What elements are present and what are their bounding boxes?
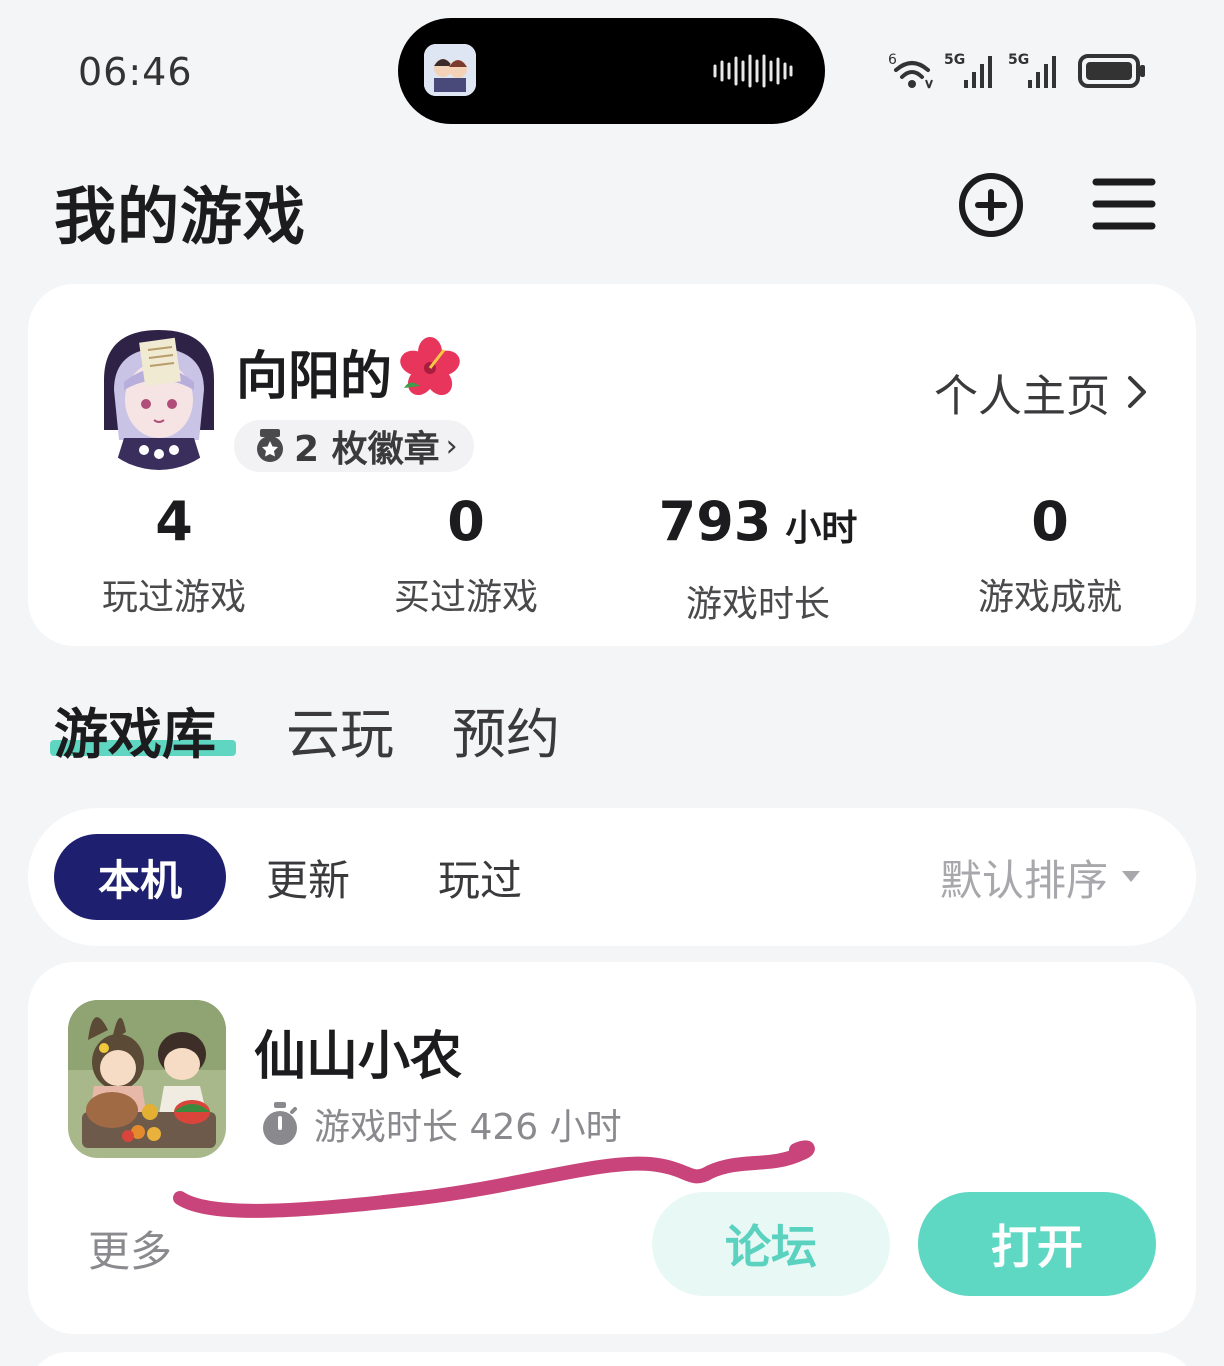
playtime-label: 游戏时长 426 小时 [314,1107,622,1148]
game-icon[interactable] [68,1000,226,1158]
homepage-link[interactable]: 个人主页 [934,360,1148,424]
tab-label: 预约 [452,703,560,766]
audio-wave-icon [713,54,793,88]
svg-text:5G: 5G [944,52,965,68]
cellular-signal-icon: 5G [944,52,992,88]
hamburger-menu-icon[interactable] [1092,176,1156,232]
now-playing-thumbnail [424,44,476,96]
tab-reservations[interactable]: 预约 [452,690,560,769]
stat-value: 793 [658,490,772,553]
game-playtime: 游戏时长 426 小时 [260,1098,622,1150]
stat-value: 0 [447,490,485,553]
stat-value: 0 [1031,490,1069,553]
stat-played-games[interactable]: 4 玩过游戏 [54,490,294,620]
chip-updates[interactable]: 更新 [266,834,350,920]
cellular-signal-icon-2: 5G [1008,52,1056,88]
tab-label: 游戏库 [54,703,216,766]
stat-achievements[interactable]: 0 游戏成就 [930,490,1170,620]
hibiscus-icon [400,337,460,396]
add-circle-icon[interactable] [958,172,1024,238]
wifi-icon: 6 [888,52,933,89]
battery-icon [1078,54,1145,88]
status-time: 06:46 [78,50,193,94]
svg-text:6: 6 [888,52,897,68]
sort-label: 默认排序 [939,855,1108,905]
stat-unit: 小时 [785,508,858,549]
forum-button[interactable]: 论坛 [652,1192,890,1296]
stat-play-time[interactable]: 793 小时 游戏时长 [638,490,878,627]
chevron-right-icon [1128,376,1146,408]
stat-label: 买过游戏 [393,577,538,618]
next-game-card [28,1352,1196,1366]
caret-down-icon [1122,871,1140,882]
tab-label: 云玩 [286,703,394,766]
tab-game-library[interactable]: 游戏库 [50,690,236,769]
page-title: 我的游戏 [54,180,307,253]
homepage-label: 个人主页 [934,371,1110,422]
profile-stats: 4 玩过游戏 0 买过游戏 793 小时 游戏时长 0 游戏成就 [28,490,1196,625]
dynamic-island[interactable] [398,18,825,124]
more-link[interactable]: 更多 [88,1218,172,1279]
game-title: 仙山小农 [254,1027,463,1087]
badges-button[interactable]: 2 枚徽章 › [234,420,474,472]
avatar[interactable] [84,320,234,470]
stat-value: 4 [155,490,193,553]
system-icons: 6 5G 5G [888,48,1148,92]
open-button[interactable]: 打开 [918,1192,1156,1296]
game-card[interactable]: 仙山小农 游戏时长 426 小时 更多 论坛 打开 [28,962,1196,1334]
badges-label: 2 枚徽章 [294,429,440,470]
stat-label: 玩过游戏 [101,577,246,618]
medal-icon [257,429,283,462]
tab-cloud-play[interactable]: 云玩 [286,690,394,769]
svg-text:5G: 5G [1008,52,1029,68]
chevron-right-icon: › [445,428,458,464]
stopwatch-icon [263,1102,297,1145]
filter-bar: 本机 更新 玩过 默认排序 [28,808,1196,946]
chip-local[interactable]: 本机 [54,834,226,920]
status-bar: 06:46 6 5G 5G [0,0,1224,140]
username: 向阳的 [236,347,393,407]
stat-bought-games[interactable]: 0 买过游戏 [346,490,586,620]
stat-label: 游戏时长 [685,584,830,625]
profile-card: 向阳的 2 枚徽章 › 个人主页 4 玩过游戏 0 买过游戏 793 小时 游戏… [28,284,1196,646]
sort-dropdown[interactable]: 默认排序 [940,834,1140,920]
stat-label: 游戏成就 [977,577,1122,618]
chip-played[interactable]: 玩过 [438,834,522,920]
